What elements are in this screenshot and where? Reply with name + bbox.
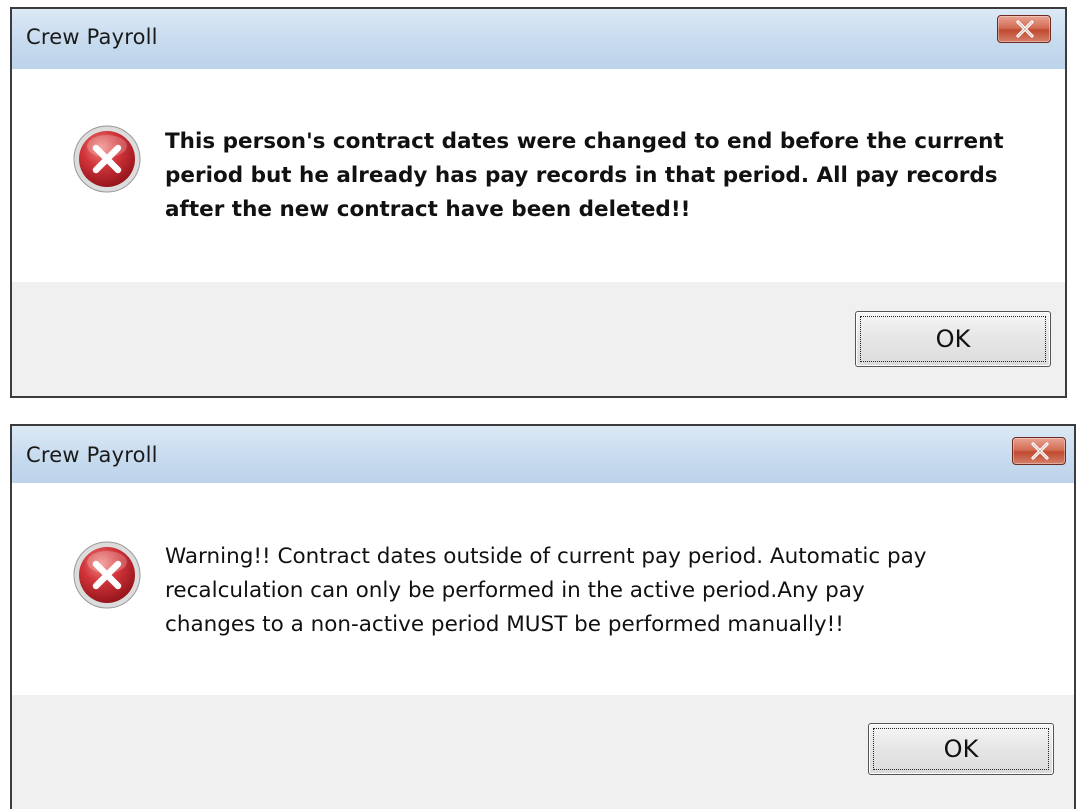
message-dialog-1: Crew Payroll This person's contract date… <box>10 7 1067 398</box>
dialog-body: This person's contract dates were change… <box>12 69 1065 282</box>
close-icon <box>1016 20 1034 38</box>
dialog-footer: OK <box>12 695 1074 809</box>
error-icon <box>73 125 141 193</box>
ok-button-focus: OK <box>873 728 1049 770</box>
close-button[interactable] <box>997 15 1051 43</box>
ok-button[interactable]: OK <box>868 723 1054 775</box>
ok-button-label: OK <box>943 735 979 763</box>
close-button[interactable] <box>1012 437 1066 465</box>
window-title: Crew Payroll <box>26 25 158 49</box>
error-icon <box>73 541 141 609</box>
dialog-body: Warning!! Contract dates outside of curr… <box>12 483 1074 695</box>
ok-button[interactable]: OK <box>855 311 1051 367</box>
title-bar: Crew Payroll <box>12 426 1074 484</box>
dialog-message: Warning!! Contract dates outside of curr… <box>165 544 927 637</box>
window-title: Crew Payroll <box>26 443 158 467</box>
ok-button-focus: OK <box>860 316 1046 362</box>
message-dialog-2: Crew Payroll Warning!! Contract dates ou… <box>10 424 1076 809</box>
title-bar: Crew Payroll <box>12 9 1065 70</box>
close-icon <box>1031 442 1049 460</box>
dialog-message: This person's contract dates were change… <box>165 129 1004 222</box>
dialog-footer: OK <box>12 282 1065 396</box>
ok-button-label: OK <box>935 325 971 353</box>
